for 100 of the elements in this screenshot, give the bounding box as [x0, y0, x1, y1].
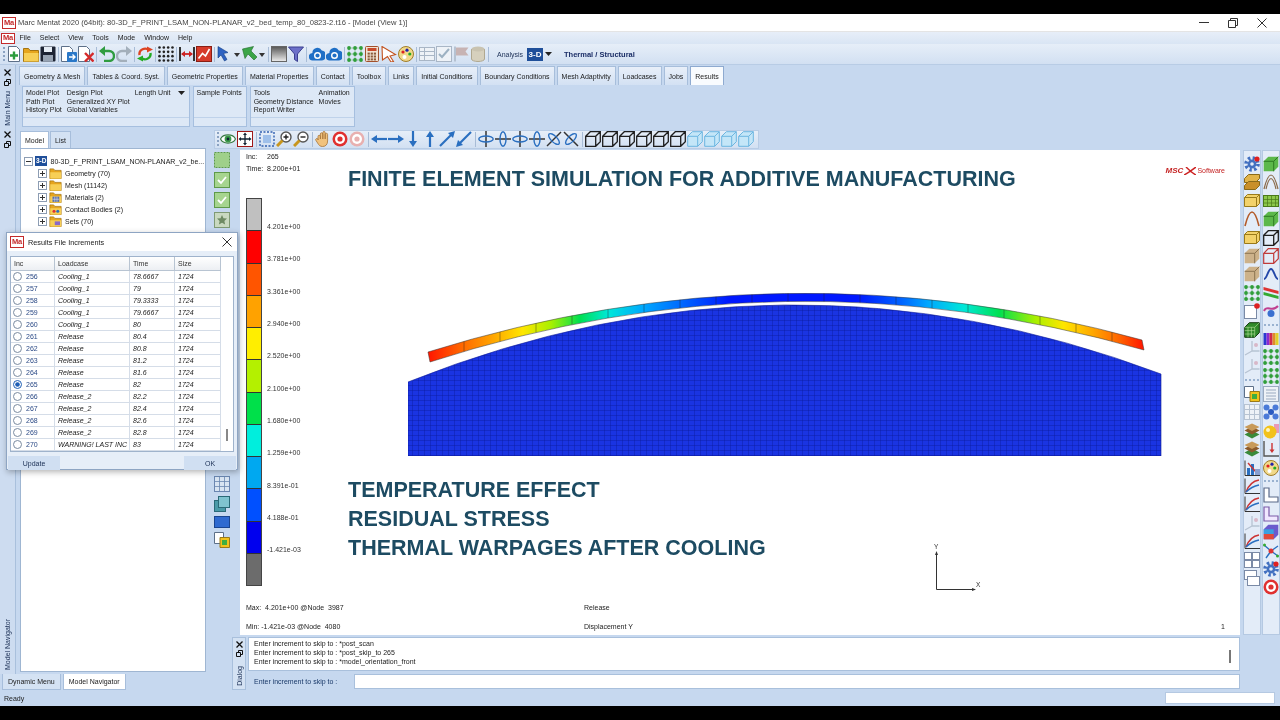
arrow-pointer-icon[interactable] [242, 46, 266, 62]
restore-icon[interactable] [4, 79, 11, 86]
curve-chart-icon[interactable] [1244, 496, 1260, 513]
palette-icon[interactable] [398, 46, 414, 62]
document-copy-icon[interactable] [214, 532, 230, 548]
box-icon[interactable] [1244, 194, 1260, 208]
diagonal-arrow-icon[interactable] [456, 131, 472, 147]
mesh-cube-icon[interactable] [1244, 321, 1260, 338]
circular-arrows-icon[interactable] [137, 46, 153, 62]
scrollbar-thumb[interactable] [226, 429, 228, 441]
radio-button[interactable] [13, 332, 22, 341]
rotation-axis-icon[interactable] [478, 131, 494, 147]
dot-grid-icon[interactable] [158, 46, 174, 62]
arc-icon[interactable] [1244, 211, 1260, 228]
target-icon[interactable] [332, 131, 348, 147]
stacked-squares-icon[interactable] [214, 496, 230, 512]
arrow-up-icon[interactable] [426, 131, 434, 147]
wave-icon[interactable] [1263, 268, 1279, 281]
wireframe-cube-icon[interactable] [670, 131, 686, 147]
mesh-block-icon[interactable] [1263, 194, 1279, 207]
radio-button[interactable] [13, 392, 22, 401]
zoom-out-icon[interactable] [293, 131, 309, 147]
line-chart-icon[interactable] [196, 46, 212, 62]
solid-block-icon[interactable] [1263, 156, 1279, 172]
node-grid-icon[interactable] [1244, 284, 1260, 301]
rotation-axis-icon[interactable] [495, 131, 511, 147]
cloud-icon[interactable] [326, 47, 342, 61]
arc-icon[interactable] [1263, 174, 1279, 191]
radio-button[interactable] [13, 404, 22, 413]
radio-button[interactable] [13, 272, 22, 281]
scrollbar-thumb[interactable] [1229, 650, 1231, 663]
close-icon[interactable] [235, 641, 243, 648]
document-arrow-icon[interactable] [61, 46, 77, 62]
fit-view-icon[interactable] [237, 131, 253, 147]
check-square-icon[interactable] [214, 172, 230, 188]
star-square-icon[interactable] [214, 212, 230, 228]
restore-icon[interactable] [1228, 17, 1238, 28]
cloud-icon[interactable] [309, 47, 325, 61]
layers-icon[interactable] [1244, 422, 1260, 439]
beam-icon[interactable] [1263, 286, 1279, 299]
radio-button[interactable] [13, 308, 22, 317]
wireframe-cube-icon[interactable] [636, 131, 652, 147]
calculator-icon[interactable] [364, 46, 380, 62]
checklist-icon[interactable] [436, 46, 452, 62]
new-file-icon[interactable] [6, 46, 22, 62]
solid-block-icon[interactable] [1263, 211, 1279, 228]
dimension-line-icon[interactable] [179, 46, 195, 62]
eye-icon[interactable] [220, 134, 236, 144]
diagonal-arrow-icon[interactable] [439, 131, 455, 147]
window-tiles-icon[interactable] [1244, 551, 1260, 568]
expander-icon[interactable] [38, 168, 47, 178]
stone-block-icon[interactable] [1244, 266, 1260, 283]
rotation-axis-icon[interactable] [512, 131, 528, 147]
radio-button[interactable] [13, 428, 22, 437]
rotation-axis-icon[interactable] [546, 131, 562, 147]
curve-chart-icon[interactable] [1244, 478, 1260, 495]
zoom-in-icon[interactable] [276, 131, 292, 147]
close-icon[interactable] [222, 237, 232, 247]
wireframe-cube-icon[interactable] [653, 131, 669, 147]
curve-tool-icon[interactable] [1263, 305, 1279, 318]
layers-icon[interactable] [1244, 441, 1260, 458]
radio-button[interactable] [13, 320, 22, 329]
arrow-right-icon[interactable] [388, 135, 404, 143]
document-cross-icon[interactable] [78, 46, 94, 62]
node-grid-icon[interactable] [1263, 349, 1279, 366]
pointer-icon[interactable] [381, 46, 397, 62]
palette-icon[interactable] [1263, 459, 1279, 476]
expander-icon[interactable] [38, 192, 47, 202]
expander-icon[interactable] [38, 216, 47, 226]
wireframe-cube-icon[interactable] [602, 131, 618, 147]
node-grid-icon[interactable] [1263, 367, 1279, 384]
hand-icon[interactable] [315, 131, 331, 147]
curve-chart-icon[interactable] [1244, 533, 1260, 550]
radio-button[interactable] [13, 284, 22, 293]
restore-icon[interactable] [235, 650, 243, 657]
radio-button[interactable] [13, 344, 22, 353]
bar-chart-icon[interactable] [1244, 459, 1260, 476]
rotation-axis-icon[interactable] [563, 131, 579, 147]
radio-button[interactable] [13, 296, 22, 305]
close-icon[interactable] [4, 69, 11, 76]
expander-icon[interactable] [24, 156, 33, 166]
check-square-icon[interactable] [214, 192, 230, 208]
undo-icon[interactable] [99, 46, 115, 62]
gear-icon[interactable] [1263, 561, 1279, 577]
radio-button[interactable] [13, 416, 22, 425]
arrow-down-icon[interactable] [409, 131, 417, 147]
zoom-box-icon[interactable] [259, 131, 275, 147]
close-icon[interactable] [4, 131, 11, 138]
close-icon[interactable] [1257, 17, 1267, 28]
radio-button[interactable] [13, 440, 22, 449]
color-bars-icon[interactable] [1263, 332, 1279, 345]
wireframe-cube-icon[interactable] [585, 131, 601, 147]
expander-icon[interactable] [38, 180, 47, 190]
restore-icon[interactable] [4, 141, 11, 148]
expander-icon[interactable] [38, 204, 47, 214]
colored-block-icon[interactable] [1263, 524, 1279, 541]
stacked-blocks-icon[interactable] [1244, 174, 1260, 191]
document-copy-icon[interactable] [1244, 386, 1260, 403]
gear-icon[interactable] [1244, 156, 1260, 172]
dot-cluster-icon[interactable] [1263, 404, 1279, 421]
